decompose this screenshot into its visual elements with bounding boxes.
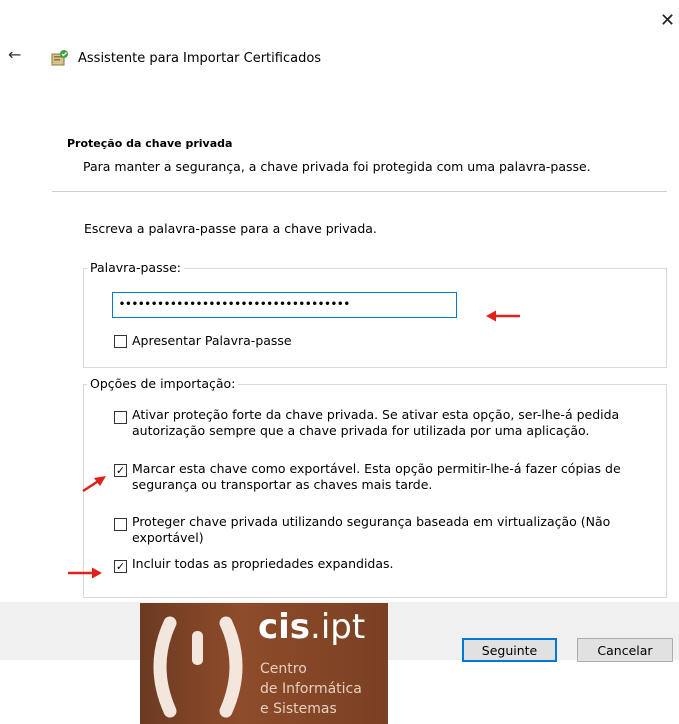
- cancel-button[interactable]: Cancelar: [577, 638, 673, 662]
- strong-protection-checkbox[interactable]: [114, 411, 127, 424]
- password-group: [83, 268, 667, 368]
- logo-line-3: e Sistemas: [260, 701, 337, 717]
- strong-protection-label: Ativar proteção forte da chave privada. …: [132, 407, 620, 438]
- virtualization-security-label: Proteger chave privada utilizando segura…: [132, 514, 611, 545]
- logo-line-1: Centro: [260, 661, 307, 677]
- annotation-arrow-exportable: [82, 476, 106, 493]
- window-title: Assistente para Importar Certificados: [78, 51, 322, 66]
- logo-brand: cis.ipt: [258, 607, 366, 647]
- exportable-label: Marcar esta chave como exportável. Esta …: [132, 461, 621, 492]
- show-password-label: Apresentar Palavra-passe: [132, 333, 292, 348]
- next-button[interactable]: Seguinte: [462, 638, 557, 662]
- annotation-arrow-password: [486, 310, 520, 322]
- section-heading: Proteção da chave privada: [67, 137, 233, 150]
- check-icon: ✓: [115, 464, 126, 477]
- divider: [52, 191, 667, 192]
- logo-line-2: de Informática: [260, 681, 362, 697]
- import-options-group-label: Opções de importação:: [87, 376, 239, 391]
- include-extended-properties-checkbox[interactable]: ✓: [114, 560, 127, 573]
- annotation-arrow-extended-properties: [68, 567, 102, 579]
- section-description: Para manter a segurança, a chave privada…: [83, 159, 591, 174]
- close-icon[interactable]: ✕: [660, 12, 675, 30]
- password-input[interactable]: ••••••••••••••••••••••••••••••••••••: [112, 292, 457, 318]
- check-icon: ✓: [115, 560, 126, 573]
- back-arrow-icon[interactable]: ←: [8, 47, 21, 63]
- certificate-wizard-icon: [51, 50, 68, 66]
- exportable-checkbox[interactable]: ✓: [114, 464, 127, 477]
- instruction-text: Escreva a palavra-passe para a chave pri…: [84, 221, 377, 236]
- virtualization-security-checkbox[interactable]: [114, 518, 127, 531]
- show-password-checkbox[interactable]: [114, 335, 127, 348]
- cis-ipt-logo: cis.ipt Centro de Informática e Sistemas: [140, 603, 388, 724]
- password-group-label: Palavra-passe:: [87, 260, 184, 275]
- include-extended-properties-label: Incluir todas as propriedades expandidas…: [132, 556, 394, 571]
- logo-graphic: [153, 616, 243, 718]
